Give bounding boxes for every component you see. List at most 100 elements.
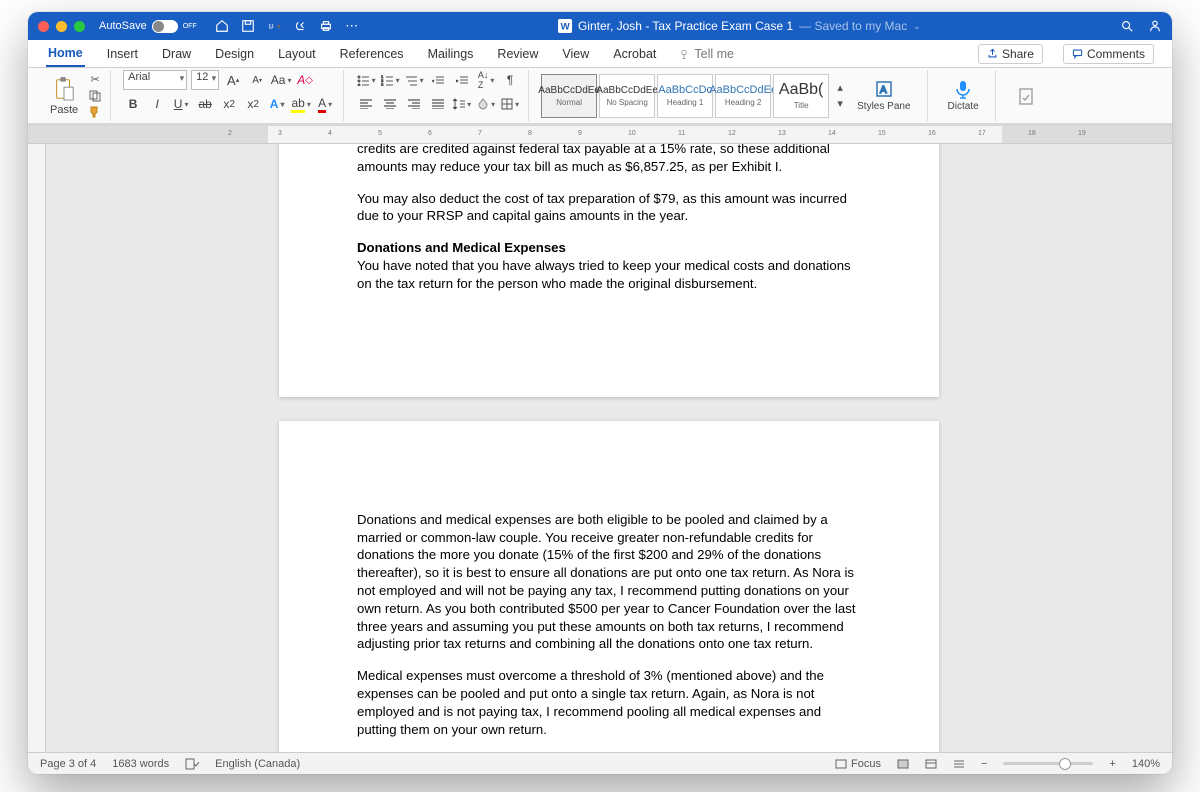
format-painter-icon[interactable]: [88, 106, 102, 118]
word-window: AutoSave OFF ⋯ W Ginter, Josh - Tax Prac…: [28, 12, 1172, 774]
tab-acrobat[interactable]: Acrobat: [611, 42, 658, 66]
align-center-icon[interactable]: [380, 94, 400, 114]
font-color-icon[interactable]: A: [315, 94, 335, 114]
print-icon[interactable]: [319, 19, 333, 33]
minimize-window-button[interactable]: [56, 21, 67, 32]
decrease-font-icon[interactable]: A▾: [247, 70, 267, 90]
horizontal-ruler[interactable]: 2 3 4 5 6 7 8 9 10 11 12 13 14 15 16 17 …: [28, 126, 1172, 144]
tab-draw[interactable]: Draw: [160, 42, 193, 66]
change-case-icon[interactable]: Aa: [271, 70, 291, 90]
tab-home[interactable]: Home: [46, 41, 85, 67]
comments-button[interactable]: Comments: [1063, 44, 1154, 64]
style-down-icon[interactable]: ▾: [833, 98, 847, 110]
autosave-toggle[interactable]: AutoSave OFF: [99, 20, 197, 33]
tab-layout[interactable]: Layout: [276, 42, 318, 66]
style-up-icon[interactable]: ▴: [833, 82, 847, 94]
share-button[interactable]: Share: [978, 44, 1043, 64]
heading-text: Donations and Medical Expenses: [357, 239, 861, 257]
document-page[interactable]: Donations and medical expenses are both …: [279, 421, 939, 752]
tab-view[interactable]: View: [560, 42, 591, 66]
body-text: You may also deduct the cost of tax prep…: [357, 190, 861, 226]
text-effects-icon[interactable]: A: [267, 94, 287, 114]
tab-mailings[interactable]: Mailings: [426, 42, 476, 66]
tab-insert[interactable]: Insert: [105, 42, 140, 66]
tab-references[interactable]: References: [338, 42, 406, 66]
statusbar: Page 3 of 4 1683 words English (Canada) …: [28, 752, 1172, 774]
zoom-level[interactable]: 140%: [1132, 758, 1160, 770]
chevron-down-icon[interactable]: ⌄: [913, 21, 921, 32]
sensitivity-button[interactable]: [1008, 86, 1044, 106]
home-icon[interactable]: [215, 19, 229, 33]
save-icon[interactable]: [241, 19, 255, 33]
bold-button[interactable]: B: [123, 94, 143, 114]
redo-button[interactable]: [293, 19, 307, 33]
copy-icon[interactable]: [88, 90, 102, 102]
bullets-icon[interactable]: [356, 70, 376, 90]
increase-font-icon[interactable]: A▴: [223, 70, 243, 90]
dictate-group: Dictate: [932, 70, 996, 121]
shading-icon[interactable]: [476, 94, 496, 114]
cut-icon[interactable]: ✂: [88, 74, 102, 86]
tab-design[interactable]: Design: [213, 42, 256, 66]
paragraph-group: 123 A↓Z ¶: [348, 70, 529, 121]
maximize-window-button[interactable]: [74, 21, 85, 32]
style-heading2[interactable]: AaBbCcDdEeHeading 2: [715, 74, 771, 118]
superscript-button[interactable]: x2: [243, 94, 263, 114]
increase-indent-icon[interactable]: [452, 70, 472, 90]
style-normal[interactable]: AaBbCcDdEeNormal: [541, 74, 597, 118]
zoom-out-button[interactable]: −: [981, 758, 987, 770]
word-count[interactable]: 1683 words: [112, 758, 169, 770]
window-controls: [38, 21, 85, 32]
print-layout-view-icon[interactable]: [897, 759, 909, 769]
web-layout-view-icon[interactable]: [925, 759, 937, 769]
align-left-icon[interactable]: [356, 94, 376, 114]
style-no-spacing[interactable]: AaBbCcDdEeNo Spacing: [599, 74, 655, 118]
body-text: Medical expenses must overcome a thresho…: [357, 667, 861, 738]
toggle-switch[interactable]: [152, 20, 178, 33]
close-window-button[interactable]: [38, 21, 49, 32]
styles-pane-button[interactable]: AStyles Pane: [849, 79, 918, 112]
decrease-indent-icon[interactable]: [428, 70, 448, 90]
justify-icon[interactable]: [428, 94, 448, 114]
more-icon[interactable]: ⋯: [345, 19, 359, 33]
line-spacing-icon[interactable]: [452, 94, 472, 114]
tell-me[interactable]: Tell me: [678, 47, 734, 61]
subscript-button[interactable]: x2: [219, 94, 239, 114]
multilevel-icon[interactable]: [404, 70, 424, 90]
strike-button[interactable]: ab: [195, 94, 215, 114]
page-container[interactable]: credits are credited against federal tax…: [46, 144, 1172, 752]
search-icon[interactable]: [1120, 19, 1134, 33]
italic-button[interactable]: I: [147, 94, 167, 114]
zoom-slider[interactable]: [1003, 762, 1093, 765]
clipboard-group: Paste ✂: [36, 70, 111, 121]
vertical-ruler[interactable]: [28, 144, 46, 752]
document-page[interactable]: credits are credited against federal tax…: [279, 144, 939, 397]
align-right-icon[interactable]: [404, 94, 424, 114]
numbering-icon[interactable]: 123: [380, 70, 400, 90]
highlight-icon[interactable]: ab: [291, 94, 311, 114]
account-icon[interactable]: [1148, 19, 1162, 33]
tab-review[interactable]: Review: [495, 42, 540, 66]
font-group: Arial 12 A▴ A▾ Aa A◇ B I U ab x2 x2 A ab…: [115, 70, 344, 121]
focus-mode-button[interactable]: Focus: [835, 758, 881, 770]
language-indicator[interactable]: English (Canada): [215, 758, 300, 770]
borders-icon[interactable]: [500, 94, 520, 114]
saved-status: — Saved to my Mac: [799, 19, 907, 33]
page-indicator[interactable]: Page 3 of 4: [40, 758, 96, 770]
font-size-select[interactable]: 12: [191, 70, 219, 90]
spell-check-icon[interactable]: [185, 758, 199, 770]
style-heading1[interactable]: AaBbCcDcHeading 1: [657, 74, 713, 118]
styles-pane-icon: A: [874, 79, 894, 99]
font-family-select[interactable]: Arial: [123, 70, 187, 90]
sort-icon[interactable]: A↓Z: [476, 70, 496, 90]
dictate-button[interactable]: Dictate: [940, 79, 987, 112]
undo-button[interactable]: [267, 19, 281, 33]
sensitivity-group: [1000, 70, 1052, 121]
underline-button[interactable]: U: [171, 94, 191, 114]
outline-view-icon[interactable]: [953, 759, 965, 769]
clear-format-icon[interactable]: A◇: [295, 70, 315, 90]
paragraph-marks-icon[interactable]: ¶: [500, 70, 520, 90]
style-title[interactable]: AaBb(Title: [773, 74, 829, 118]
zoom-in-button[interactable]: +: [1109, 758, 1115, 770]
paste-button[interactable]: Paste: [44, 74, 84, 118]
